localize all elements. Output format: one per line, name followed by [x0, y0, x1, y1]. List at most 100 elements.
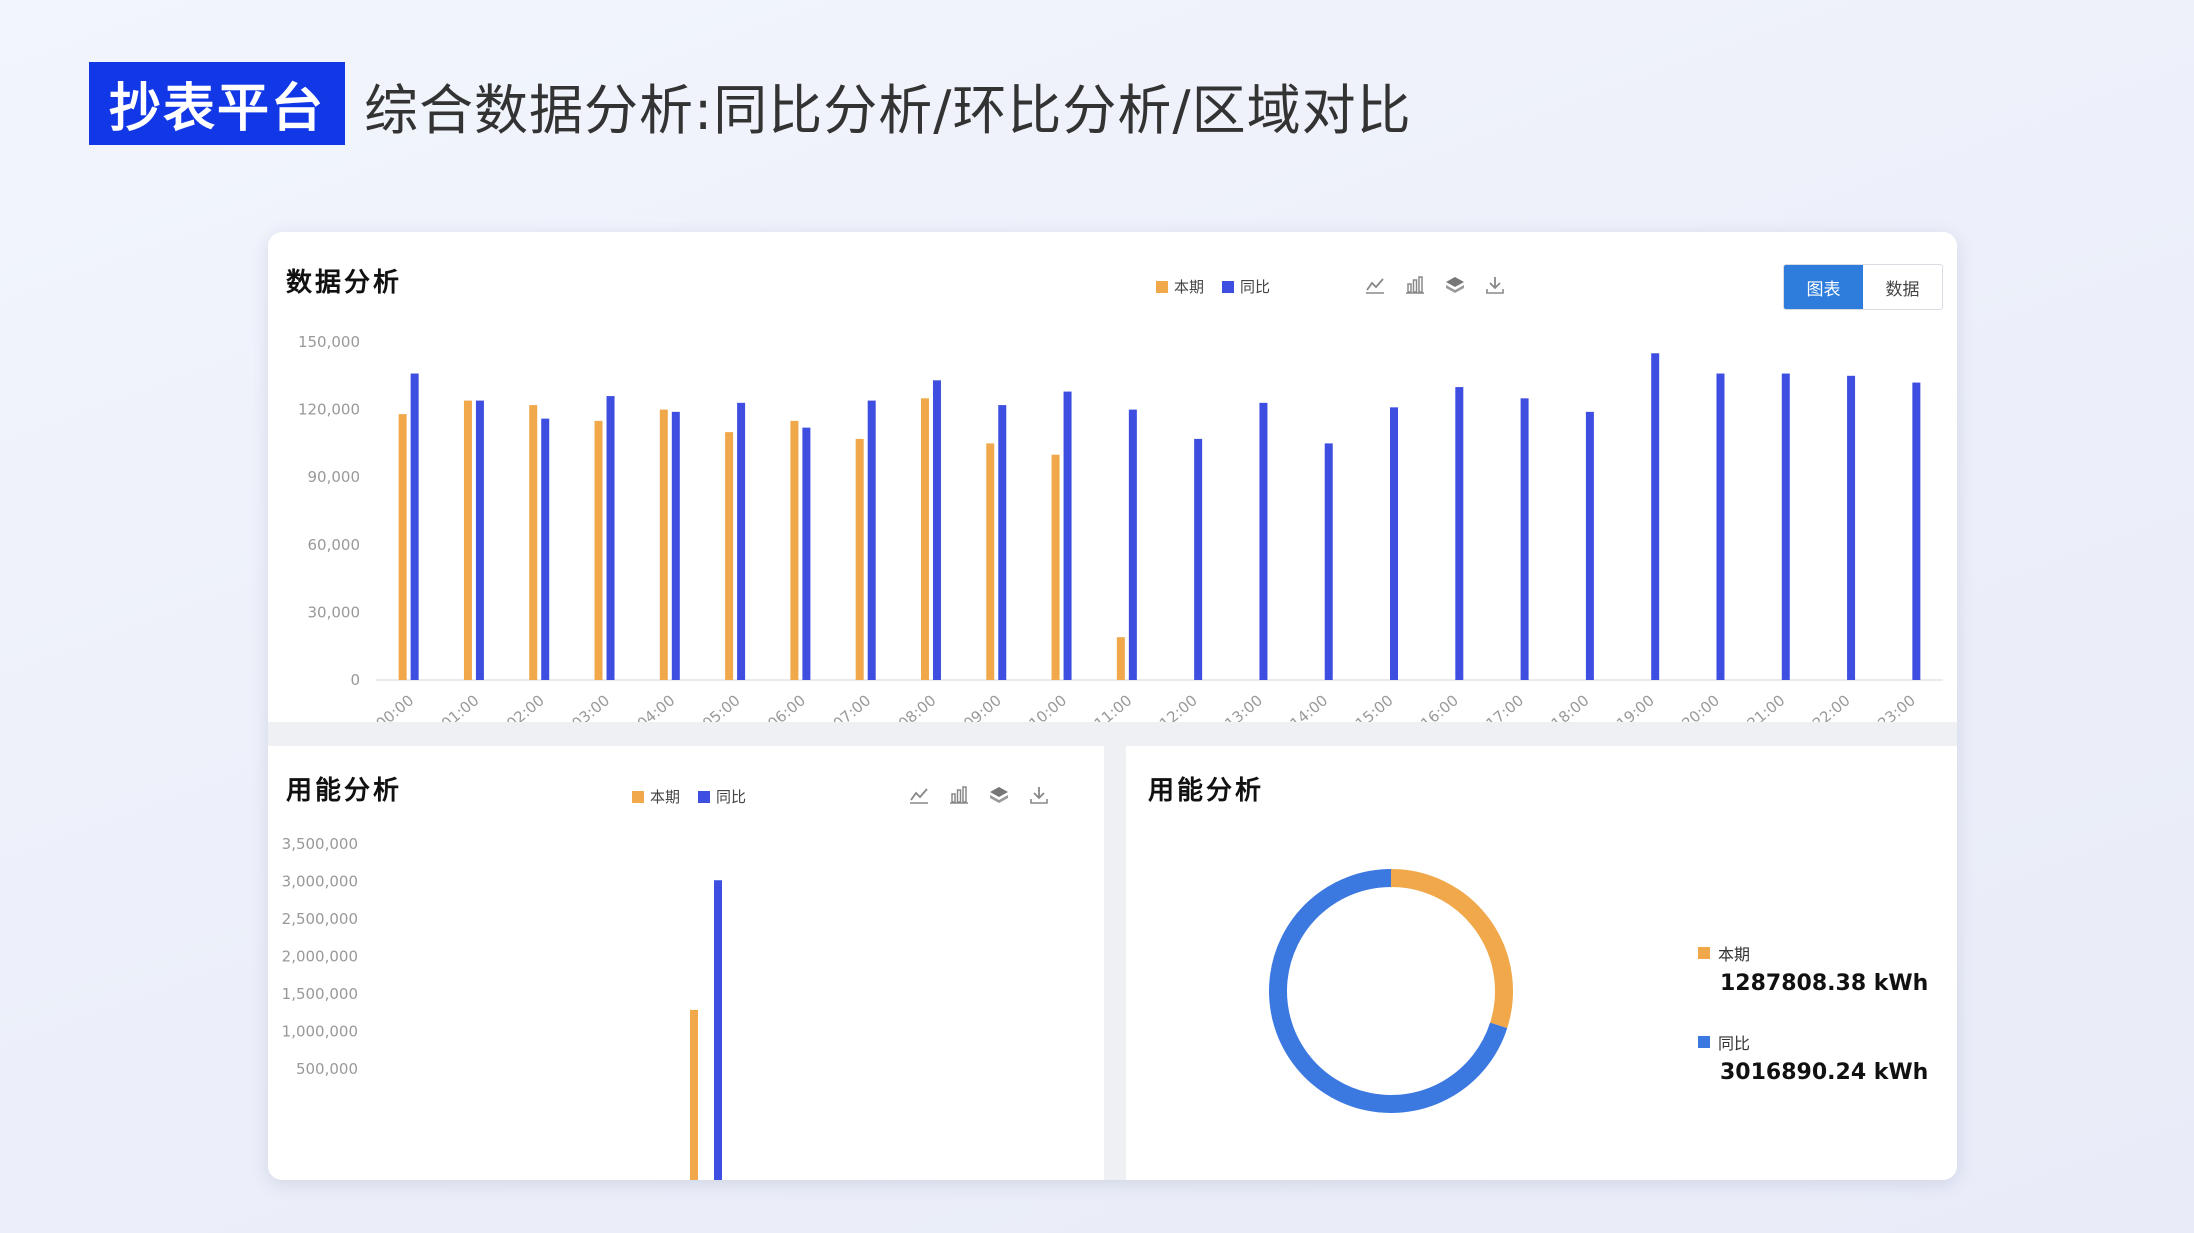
- legend-label: 本期: [650, 788, 681, 806]
- bar-chart-icon[interactable]: [1404, 274, 1426, 296]
- page-headline: 综合数据分析:同比分析/环比分析/区域对比: [364, 78, 1412, 142]
- dashboard-card: 数据分析 本期 同比 图表 数据 0 30,000 60,000 90,000 …: [268, 232, 1957, 1180]
- legend-swatch-current: [1156, 280, 1168, 293]
- x-tick-label: 06:00: [764, 691, 809, 722]
- bar-current: [725, 432, 734, 680]
- bar-yoy: [1520, 398, 1529, 680]
- legend-label: 本期: [1174, 278, 1205, 296]
- bar-yoy: [1455, 387, 1464, 680]
- bar-yoy: [737, 402, 746, 680]
- legend-label: 同比: [1718, 1034, 1751, 1053]
- bar-yoy: [1651, 353, 1660, 680]
- bar-current: [594, 420, 603, 680]
- line-chart-icon[interactable]: [908, 784, 930, 806]
- donut-value-yoy: 3016890.24 kWh: [1720, 1060, 1929, 1085]
- bar-yoy: [475, 400, 484, 680]
- x-tick-label: 21:00: [1744, 691, 1789, 722]
- legend-item-current[interactable]: 本期: [632, 786, 680, 807]
- energy-bar-panel: 用能分析 本期 同比 500,000 1,000,000 1,500,000 2…: [268, 746, 1104, 1180]
- x-tick-label: 16:00: [1417, 691, 1462, 722]
- x-tick-label: 00:00: [373, 691, 418, 722]
- bar-yoy: [998, 405, 1007, 680]
- bar-current: [790, 420, 799, 680]
- donut-legend: 本期 1287808.38 kWh 同比 3016890.24 kWh: [1698, 941, 1928, 1119]
- x-tick-label: 15:00: [1352, 691, 1397, 722]
- y-tick-label: 90,000: [308, 468, 361, 486]
- x-tick-label: 19:00: [1613, 691, 1658, 722]
- y-tick-label: 30,000: [308, 603, 361, 621]
- donut-legend-current[interactable]: 本期 1287808.38 kWh: [1698, 941, 1928, 996]
- donut-slice-current: [1390, 869, 1513, 1029]
- panel-title: 用能分析: [1148, 776, 1265, 806]
- bar-yoy: [1847, 375, 1856, 680]
- legend-item-yoy[interactable]: 同比: [698, 786, 746, 807]
- x-tick-label: 14:00: [1287, 691, 1332, 722]
- stack-icon[interactable]: [1444, 274, 1466, 296]
- bar-yoy: [802, 427, 811, 680]
- bar-yoy: [541, 418, 550, 680]
- donut-value-current: 1287808.38 kWh: [1720, 971, 1929, 996]
- y-tick-label: 120,000: [298, 401, 360, 419]
- bar-current: [1051, 454, 1060, 680]
- bar-current: [529, 405, 538, 680]
- y-tick-label: 2,000,000: [282, 948, 358, 966]
- donut-legend-yoy[interactable]: 同比 3016890.24 kWh: [1698, 1030, 1928, 1085]
- bar-yoy: [606, 396, 615, 680]
- legend-swatch-current: [632, 790, 644, 803]
- bar-chart-icon[interactable]: [948, 784, 970, 806]
- bar-current: [463, 400, 472, 680]
- chart-legend: 本期 同比: [1156, 276, 1270, 297]
- bar-current: [690, 1009, 698, 1180]
- x-tick-label: 11:00: [1091, 691, 1136, 722]
- bar-current: [920, 398, 929, 680]
- y-tick-label: 150,000: [298, 333, 360, 351]
- x-tick-label: 13:00: [1221, 691, 1266, 722]
- bar-yoy: [1128, 409, 1137, 680]
- bar-current: [986, 443, 995, 680]
- x-tick-label: 01:00: [438, 691, 483, 722]
- bar-current: [659, 409, 668, 680]
- panel-title: 数据分析: [286, 268, 403, 298]
- x-tick-label: 03:00: [568, 691, 613, 722]
- energy-bar-chart: 500,000 1,000,000 1,500,000 2,000,000 2,500,…: [282, 836, 722, 1180]
- download-icon[interactable]: [1028, 784, 1050, 806]
- legend-label: 同比: [716, 788, 747, 806]
- x-tick-label: 08:00: [895, 691, 940, 722]
- bar-current: [1116, 637, 1125, 680]
- data-analysis-panel: 数据分析 本期 同比 图表 数据 0 30,000 60,000 90,000 …: [268, 232, 1957, 722]
- bar-current: [398, 414, 407, 680]
- energy-donut-chart: [1269, 869, 1513, 1113]
- x-tick-label: 22:00: [1809, 691, 1854, 722]
- x-tick-label: 09:00: [960, 691, 1005, 722]
- y-tick-label: 3,000,000: [282, 873, 358, 891]
- x-tick-label: 02:00: [503, 691, 548, 722]
- brand-badge: 抄表平台: [89, 62, 345, 145]
- x-tick-label: 05:00: [699, 691, 744, 722]
- panel-title: 用能分析: [286, 776, 403, 806]
- bar-current: [855, 438, 864, 680]
- bar-yoy: [1716, 373, 1725, 680]
- bar-yoy: [932, 380, 941, 680]
- y-tick-label: 2,500,000: [282, 910, 358, 928]
- hourly-bar-chart: 0 30,000 60,000 90,000 120,000 150,000 00:00 01…: [298, 333, 1943, 722]
- bar-yoy: [410, 373, 419, 680]
- legend-item-yoy[interactable]: 同比: [1222, 276, 1270, 297]
- bar-yoy: [1585, 411, 1594, 680]
- legend-swatch-yoy: [1222, 280, 1235, 293]
- legend-swatch-yoy: [1698, 1036, 1710, 1048]
- download-icon[interactable]: [1484, 274, 1506, 296]
- x-tick-label: 23:00: [1874, 691, 1919, 722]
- stack-icon[interactable]: [988, 784, 1010, 806]
- energy-donut-panel: 用能分析 本期 1287808.38 kWh 同比 3016890.24 kWh: [1126, 746, 1957, 1180]
- x-tick-label: 20:00: [1678, 691, 1723, 722]
- line-chart-icon[interactable]: [1364, 274, 1386, 296]
- legend-item-current[interactable]: 本期: [1156, 276, 1204, 297]
- bar-yoy: [1063, 391, 1072, 680]
- x-tick-label: 12:00: [1156, 691, 1201, 722]
- y-tick-label: 3,500,000: [282, 836, 358, 853]
- x-tick-label: 07:00: [830, 691, 875, 722]
- bar-yoy: [867, 400, 876, 680]
- y-tick-label: 60,000: [308, 536, 361, 554]
- chart-toolbox: [1364, 274, 1506, 296]
- y-tick-label: 0: [350, 671, 360, 689]
